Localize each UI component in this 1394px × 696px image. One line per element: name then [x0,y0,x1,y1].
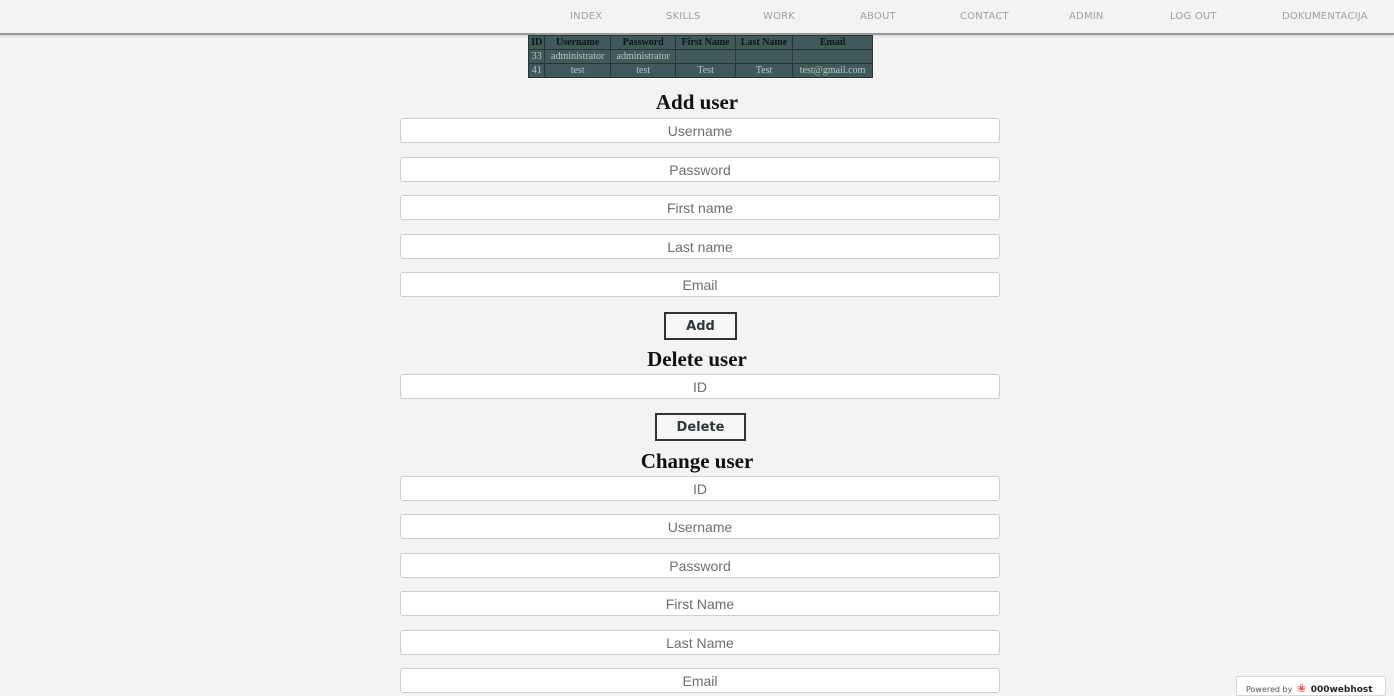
column-header-last-name: Last Name [734,35,794,50]
nav-link-skills[interactable]: SKILLS [666,11,701,22]
table-cell: administrator [544,49,611,64]
users-table: ID Username Password First Name Last Nam… [527,35,873,78]
top-navigation: INDEX SKILLS WORK ABOUT CONTACT ADMIN LO… [0,0,1394,35]
column-header-password: Password [609,35,677,50]
table-cell: Test [675,63,736,78]
add-username-input[interactable] [400,118,1000,143]
table-cell: test@gmail.com [792,63,873,78]
add-last-name-input[interactable] [400,234,1000,259]
change-password-input[interactable] [400,553,1000,578]
table-cell: test [544,63,611,78]
table-cell [675,49,736,64]
table-cell: Test [734,63,794,78]
table-cell [792,49,873,64]
nav-link-index[interactable]: INDEX [570,11,602,22]
column-header-first-name: First Name [675,35,736,50]
delete-user-button[interactable]: Delete [655,413,746,441]
table-cell: 33 [527,49,546,64]
delete-user-heading: Delete user [647,347,747,371]
change-last-name-input[interactable] [400,630,1000,655]
table-cell: 41 [527,63,546,78]
nav-link-work[interactable]: WORK [763,11,795,22]
add-first-name-input[interactable] [400,195,1000,220]
powered-by-badge[interactable]: Powered by ❀ 000webhost [1236,676,1386,696]
add-user-heading: Add user [655,90,739,114]
add-password-input[interactable] [400,157,1000,182]
table-row: 33 administrator administrator [527,49,873,64]
add-user-button[interactable]: Add [664,312,737,340]
table-header-row: ID Username Password First Name Last Nam… [527,35,873,50]
table-cell: test [609,63,677,78]
powered-by-label: Powered by [1246,685,1293,694]
change-first-name-input[interactable] [400,591,1000,616]
powered-by-brand: 000webhost [1310,685,1373,695]
add-email-input[interactable] [400,272,1000,297]
change-id-input[interactable] [400,476,1000,501]
nav-link-dokumentacija[interactable]: DOKUMENTACIJA [1282,11,1368,22]
column-header-email: Email [792,35,873,50]
column-header-id: ID [527,35,546,50]
change-email-input[interactable] [400,668,1000,693]
table-cell: administrator [609,49,677,64]
nav-link-logout[interactable]: LOG OUT [1170,11,1217,22]
nav-link-about[interactable]: ABOUT [860,11,896,22]
change-username-input[interactable] [400,514,1000,539]
change-user-heading: Change user [640,449,754,473]
nav-link-admin[interactable]: ADMIN [1069,11,1104,22]
nav-link-contact[interactable]: CONTACT [960,11,1009,22]
column-header-username: Username [544,35,611,50]
table-cell [734,49,794,64]
delete-id-input[interactable] [400,374,1000,399]
table-row: 41 test test Test Test test@gmail.com [527,63,873,78]
